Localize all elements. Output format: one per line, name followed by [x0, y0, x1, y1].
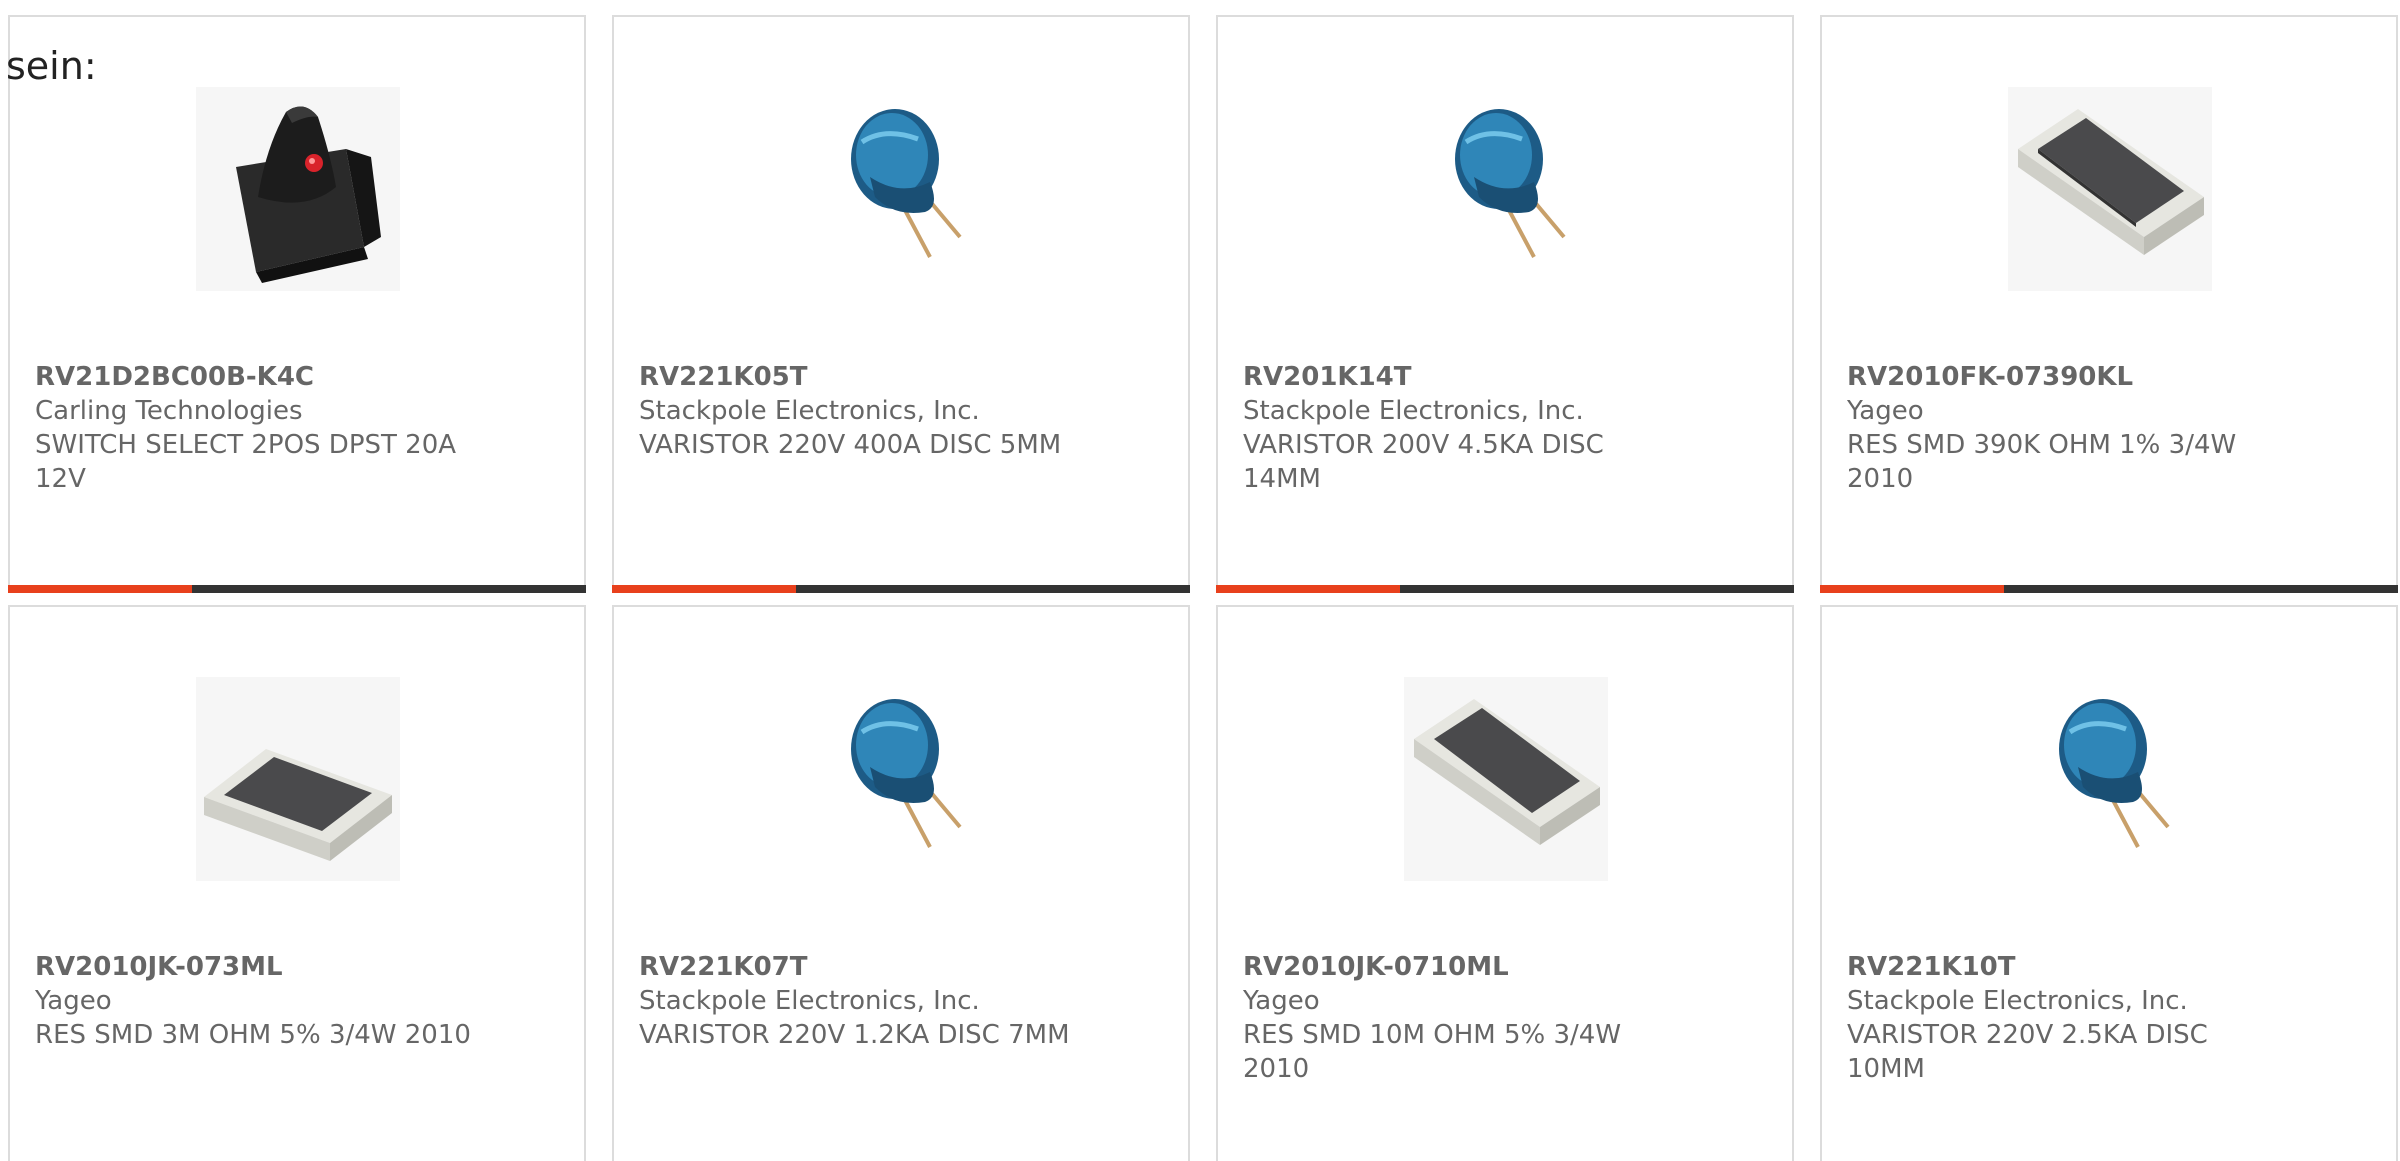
- product-description: VARISTOR 200V 4.5KA DISC 14MM: [1243, 430, 1604, 494]
- product-manufacturer: Yageo: [35, 986, 112, 1016]
- product-manufacturer: Carling Technologies: [35, 396, 303, 426]
- product-part-number[interactable]: RV221K05T: [639, 360, 1168, 394]
- product-card[interactable]: RV201K14T Stackpole Electronics, Inc. VA…: [1216, 15, 1794, 593]
- product-card[interactable]: RV2010FK-07390KL Yageo RES SMD 390K OHM …: [1820, 15, 2398, 593]
- product-card[interactable]: RV221K05T Stackpole Electronics, Inc. VA…: [612, 15, 1190, 593]
- card-progress-accent: [612, 585, 796, 593]
- product-part-number[interactable]: RV221K10T: [1847, 950, 2376, 984]
- product-image-rocker-switch: [196, 87, 400, 291]
- product-description: VARISTOR 220V 2.5KA DISC 10MM: [1847, 1020, 2208, 1084]
- product-image-smd-resistor: [196, 677, 400, 881]
- page: sein: RV21D2BC00B-K4C Carling Technologi…: [0, 0, 2400, 1161]
- product-manufacturer: Stackpole Electronics, Inc.: [1243, 396, 1584, 426]
- product-part-number[interactable]: RV221K07T: [639, 950, 1168, 984]
- product-part-number[interactable]: RV201K14T: [1243, 360, 1772, 394]
- product-image-smd-resistor: [1404, 677, 1608, 881]
- product-image-disc-varistor: [800, 677, 1004, 881]
- product-description: VARISTOR 220V 1.2KA DISC 7MM: [639, 1020, 1070, 1050]
- product-info: RV201K14T Stackpole Electronics, Inc. VA…: [1243, 360, 1772, 496]
- product-description: RES SMD 390K OHM 1% 3/4W 2010: [1847, 430, 2237, 494]
- product-description: RES SMD 3M OHM 5% 3/4W 2010: [35, 1020, 471, 1050]
- card-progress-accent: [1820, 585, 2004, 593]
- product-image-disc-varistor: [800, 87, 1004, 291]
- product-manufacturer: Stackpole Electronics, Inc.: [1847, 986, 2188, 1016]
- intro-text: sein:: [6, 44, 97, 88]
- product-card[interactable]: RV221K10T Stackpole Electronics, Inc. VA…: [1820, 605, 2398, 1161]
- product-info: RV2010JK-073ML Yageo RES SMD 3M OHM 5% 3…: [35, 950, 564, 1052]
- product-description: SWITCH SELECT 2POS DPST 20A 12V: [35, 430, 457, 494]
- card-progress-bar: [8, 585, 586, 593]
- product-info: RV221K07T Stackpole Electronics, Inc. VA…: [639, 950, 1168, 1052]
- product-card[interactable]: RV2010JK-073ML Yageo RES SMD 3M OHM 5% 3…: [8, 605, 586, 1161]
- card-progress-bar: [1216, 585, 1794, 593]
- card-progress-accent: [8, 585, 192, 593]
- product-card[interactable]: RV2010JK-0710ML Yageo RES SMD 10M OHM 5%…: [1216, 605, 1794, 1161]
- product-manufacturer: Yageo: [1243, 986, 1320, 1016]
- product-card[interactable]: RV21D2BC00B-K4C Carling Technologies SWI…: [8, 15, 586, 593]
- card-progress-bar: [612, 585, 1190, 593]
- product-info: RV21D2BC00B-K4C Carling Technologies SWI…: [35, 360, 564, 496]
- card-progress-accent: [1216, 585, 1400, 593]
- product-part-number[interactable]: RV2010JK-073ML: [35, 950, 564, 984]
- product-manufacturer: Stackpole Electronics, Inc.: [639, 396, 980, 426]
- product-description: VARISTOR 220V 400A DISC 5MM: [639, 430, 1062, 460]
- product-image-disc-varistor: [1404, 87, 1608, 291]
- product-info: RV221K10T Stackpole Electronics, Inc. VA…: [1847, 950, 2376, 1086]
- product-info: RV221K05T Stackpole Electronics, Inc. VA…: [639, 360, 1168, 462]
- product-description: RES SMD 10M OHM 5% 3/4W 2010: [1243, 1020, 1622, 1084]
- product-part-number[interactable]: RV21D2BC00B-K4C: [35, 360, 564, 394]
- card-progress-bar: [1820, 585, 2398, 593]
- product-part-number[interactable]: RV2010JK-0710ML: [1243, 950, 1772, 984]
- product-part-number[interactable]: RV2010FK-07390KL: [1847, 360, 2376, 394]
- product-info: RV2010FK-07390KL Yageo RES SMD 390K OHM …: [1847, 360, 2376, 496]
- product-image-disc-varistor: [2008, 677, 2212, 881]
- product-image-smd-resistor: [2008, 87, 2212, 291]
- product-manufacturer: Yageo: [1847, 396, 1924, 426]
- product-info: RV2010JK-0710ML Yageo RES SMD 10M OHM 5%…: [1243, 950, 1772, 1086]
- product-card[interactable]: RV221K07T Stackpole Electronics, Inc. VA…: [612, 605, 1190, 1161]
- product-manufacturer: Stackpole Electronics, Inc.: [639, 986, 980, 1016]
- product-grid: RV21D2BC00B-K4C Carling Technologies SWI…: [8, 15, 2398, 1161]
